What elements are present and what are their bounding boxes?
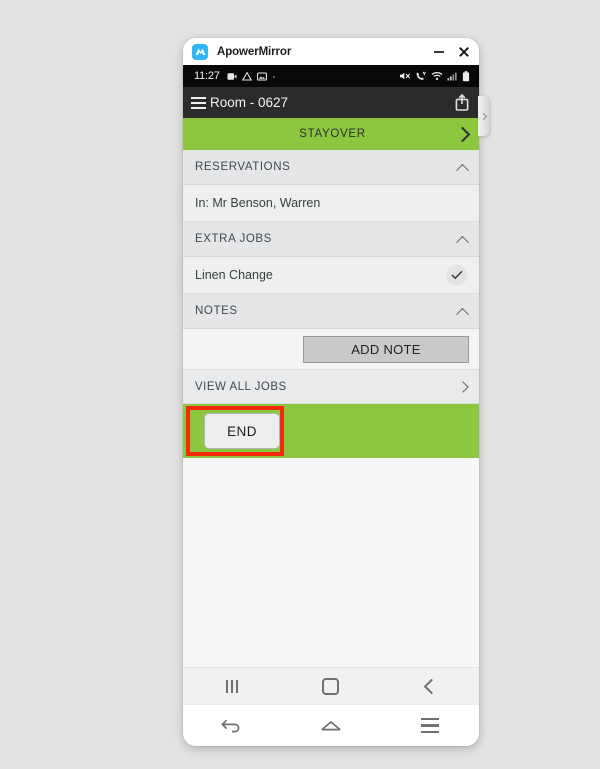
- section-title: EXTRA JOBS: [195, 233, 272, 245]
- section-title: NOTES: [195, 305, 238, 317]
- reservation-guest-name: In: Mr Benson, Warren: [195, 196, 321, 210]
- hamburger-menu-icon[interactable]: [191, 96, 206, 109]
- chevron-up-icon: [456, 307, 469, 321]
- app-header: Room - 0627: [183, 87, 479, 118]
- chevron-right-icon: [457, 380, 469, 393]
- minimize-button[interactable]: [434, 46, 445, 57]
- mute-ringer-icon: [400, 72, 411, 80]
- back-button[interactable]: [400, 668, 460, 704]
- window-controls: [434, 46, 472, 57]
- list-item-reservation[interactable]: In: Mr Benson, Warren: [183, 185, 479, 222]
- section-title: RESERVATIONS: [195, 161, 291, 173]
- edge-expand-handle[interactable]: [478, 96, 489, 136]
- video-recorder-icon: [227, 72, 237, 80]
- notes-row: ADD NOTE: [183, 329, 479, 370]
- view-all-jobs-label: VIEW ALL JOBS: [195, 380, 287, 393]
- photo-icon: [256, 71, 267, 81]
- page-title: Room - 0627: [210, 95, 289, 110]
- mirror-menu-button[interactable]: [395, 705, 465, 746]
- section-header-reservations[interactable]: RESERVATIONS: [183, 150, 479, 185]
- chevron-up-icon: [456, 235, 469, 249]
- stayover-label: STAYOVER: [299, 128, 366, 140]
- android-navigation-bar: [183, 667, 479, 704]
- close-button[interactable]: [458, 46, 469, 57]
- apowermirror-window: ApowerMirror 11:27 Room - 0627 STAYOVER …: [183, 38, 479, 746]
- share-upload-icon[interactable]: [455, 93, 469, 111]
- android-status-bar: 11:27: [183, 65, 479, 87]
- battery-icon: [462, 70, 470, 81]
- section-header-extra-jobs[interactable]: EXTRA JOBS: [183, 222, 479, 257]
- signal-bars-icon: [447, 72, 457, 81]
- status-time: 11:27: [194, 70, 220, 82]
- mirror-control-bar: [183, 704, 479, 746]
- extra-job-label: Linen Change: [195, 268, 273, 282]
- mirror-back-button[interactable]: [197, 705, 267, 746]
- recents-icon: [226, 679, 239, 693]
- back-chevron-icon: [423, 678, 439, 694]
- app-title: ApowerMirror: [217, 45, 292, 58]
- check-icon[interactable]: [446, 264, 467, 286]
- home-outline-icon: [321, 720, 341, 730]
- job-details-list: RESERVATIONS In: Mr Benson, Warren EXTRA…: [183, 150, 479, 667]
- status-right-icons: [399, 70, 470, 82]
- add-note-button[interactable]: ADD NOTE: [303, 335, 469, 363]
- section-header-notes[interactable]: NOTES: [183, 294, 479, 329]
- view-all-jobs-row[interactable]: VIEW ALL JOBS: [183, 370, 479, 404]
- chevron-up-icon: [456, 163, 469, 177]
- end-action-bar: END: [183, 404, 479, 458]
- list-item-extra-job[interactable]: Linen Change: [183, 257, 479, 294]
- mirror-home-button[interactable]: [296, 705, 366, 746]
- chevron-right-icon: [479, 112, 488, 120]
- recents-button[interactable]: [202, 668, 262, 704]
- stayover-status-bar[interactable]: STAYOVER: [183, 118, 479, 150]
- apowermirror-logo-icon: [192, 43, 208, 60]
- end-button[interactable]: END: [204, 413, 280, 449]
- dot-icon: [272, 75, 275, 78]
- wifi-icon: [431, 72, 443, 80]
- home-square-icon: [322, 677, 340, 695]
- home-button[interactable]: [301, 668, 361, 704]
- google-drive-icon: [241, 71, 252, 81]
- window-title-bar: ApowerMirror: [183, 38, 479, 65]
- back-arrow-icon: [221, 719, 240, 732]
- status-left-icons: [227, 71, 276, 81]
- menu-lines-icon: [420, 718, 439, 733]
- volte-call-icon: [416, 71, 426, 80]
- chevron-right-icon: [454, 126, 471, 142]
